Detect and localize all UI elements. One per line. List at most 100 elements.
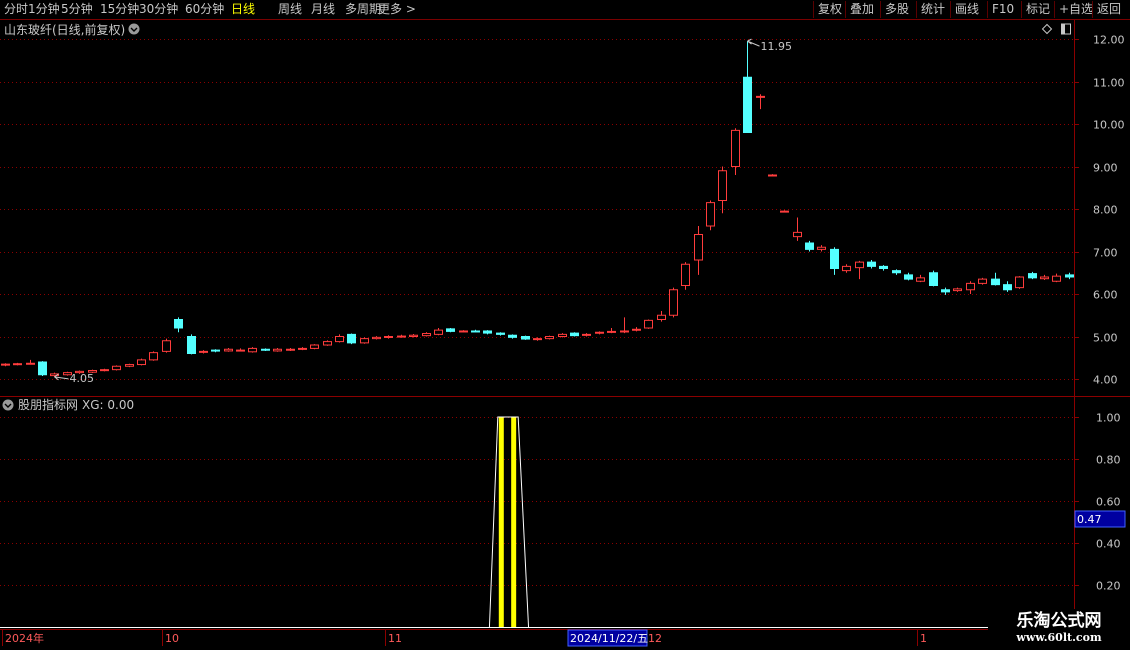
toolbar-period-4[interactable]: 30分钟 xyxy=(139,1,178,18)
candle[interactable] xyxy=(137,358,146,366)
candle[interactable] xyxy=(1052,273,1061,283)
candle[interactable] xyxy=(892,269,901,275)
toolbar-period-8[interactable]: 月线 xyxy=(311,1,335,18)
toolbar-period-2[interactable]: 5分钟 xyxy=(61,1,93,18)
candle[interactable] xyxy=(1,363,10,367)
candle[interactable] xyxy=(174,317,183,333)
candle[interactable] xyxy=(26,359,35,365)
candle[interactable] xyxy=(459,330,468,333)
candle[interactable] xyxy=(904,272,913,281)
candle[interactable] xyxy=(558,333,567,338)
toolbar-period-9[interactable]: 多周期 xyxy=(345,1,381,18)
candle[interactable] xyxy=(224,347,233,352)
candle[interactable] xyxy=(743,41,752,133)
candle[interactable] xyxy=(508,334,517,339)
candle[interactable] xyxy=(310,344,319,350)
candle[interactable] xyxy=(248,347,257,353)
candle[interactable] xyxy=(261,348,270,351)
candle[interactable] xyxy=(125,363,134,368)
candle[interactable] xyxy=(842,264,851,273)
candle[interactable] xyxy=(162,338,171,353)
toolbar-period-6[interactable]: 日线 xyxy=(231,1,255,18)
candle[interactable] xyxy=(718,166,727,214)
candle[interactable] xyxy=(1065,272,1074,280)
toolbar-tool-0[interactable]: 复权 xyxy=(813,1,842,18)
candle[interactable] xyxy=(397,334,406,338)
toolbar-tool-8[interactable]: 返回 xyxy=(1092,1,1121,18)
candle[interactable] xyxy=(422,332,431,337)
toolbar-period-0[interactable]: 分时 xyxy=(4,1,28,18)
candle[interactable] xyxy=(545,335,554,340)
candle[interactable] xyxy=(360,337,369,344)
candle[interactable] xyxy=(335,334,344,343)
diamond-icon[interactable] xyxy=(1041,23,1053,35)
candle[interactable] xyxy=(620,317,629,334)
candle[interactable] xyxy=(669,287,678,318)
candle[interactable] xyxy=(978,277,987,285)
candle[interactable] xyxy=(384,335,393,339)
window-toggle-icon[interactable] xyxy=(1061,23,1071,35)
toolbar-period-10[interactable]: 更多 > xyxy=(378,1,416,18)
candle[interactable] xyxy=(916,274,925,283)
candle[interactable] xyxy=(236,348,245,352)
candle[interactable] xyxy=(855,260,864,280)
candle[interactable] xyxy=(112,365,121,371)
candle[interactable] xyxy=(941,287,950,295)
candle[interactable] xyxy=(694,226,703,275)
candle[interactable] xyxy=(149,351,158,361)
candle[interactable] xyxy=(780,210,789,213)
candle[interactable] xyxy=(199,350,208,354)
candle[interactable] xyxy=(879,265,888,271)
toolbar-period-7[interactable]: 周线 xyxy=(278,1,302,18)
candle[interactable] xyxy=(347,333,356,345)
candle[interactable] xyxy=(706,200,715,231)
candle[interactable] xyxy=(1040,274,1049,280)
toolbar-tool-7[interactable]: +自选 xyxy=(1054,1,1093,18)
candle[interactable] xyxy=(100,368,109,372)
chart-canvas[interactable]: 12.0011.0010.009.008.007.006.005.004.00 … xyxy=(0,20,1130,650)
candle[interactable] xyxy=(521,335,530,340)
candle[interactable] xyxy=(446,328,455,333)
candle[interactable] xyxy=(830,247,839,275)
candle[interactable] xyxy=(187,334,196,355)
candle[interactable] xyxy=(966,281,975,294)
candle[interactable] xyxy=(409,333,418,338)
candle[interactable] xyxy=(483,330,492,335)
toolbar-tool-3[interactable]: 统计 xyxy=(916,1,945,18)
candle[interactable] xyxy=(793,217,802,241)
candle[interactable] xyxy=(38,361,47,377)
candle[interactable] xyxy=(211,349,220,353)
candle[interactable] xyxy=(632,327,641,332)
candle[interactable] xyxy=(929,270,938,287)
candle[interactable] xyxy=(471,329,480,333)
candle[interactable] xyxy=(273,347,282,352)
toolbar-tool-2[interactable]: 多股 xyxy=(880,1,909,18)
candle[interactable] xyxy=(372,336,381,340)
candle[interactable] xyxy=(607,328,616,334)
candle[interactable] xyxy=(681,262,690,290)
candle[interactable] xyxy=(867,260,876,269)
candle[interactable] xyxy=(991,272,1000,286)
candle[interactable] xyxy=(298,347,307,351)
candle[interactable] xyxy=(817,245,826,252)
candle[interactable] xyxy=(13,362,22,366)
toolbar-tool-4[interactable]: 画线 xyxy=(950,1,979,18)
toolbar-period-1[interactable]: 1分钟 xyxy=(28,1,60,18)
candle[interactable] xyxy=(644,319,653,329)
candle[interactable] xyxy=(805,240,814,252)
candle[interactable] xyxy=(496,332,505,336)
candle[interactable] xyxy=(570,332,579,337)
toolbar-period-5[interactable]: 60分钟 xyxy=(185,1,224,18)
candle[interactable] xyxy=(582,333,591,337)
toolbar-tool-1[interactable]: 叠加 xyxy=(845,1,874,18)
candle[interactable] xyxy=(1028,271,1037,280)
candle[interactable] xyxy=(657,311,666,322)
toolbar-tool-6[interactable]: 标记 xyxy=(1021,1,1050,18)
chevron-down-icon[interactable] xyxy=(2,399,14,411)
candle[interactable] xyxy=(1015,276,1024,289)
candle[interactable] xyxy=(768,174,777,177)
candle[interactable] xyxy=(286,347,295,351)
candle[interactable] xyxy=(323,340,332,346)
toolbar-period-3[interactable]: 15分钟 xyxy=(100,1,139,18)
chevron-down-icon[interactable] xyxy=(128,23,140,35)
